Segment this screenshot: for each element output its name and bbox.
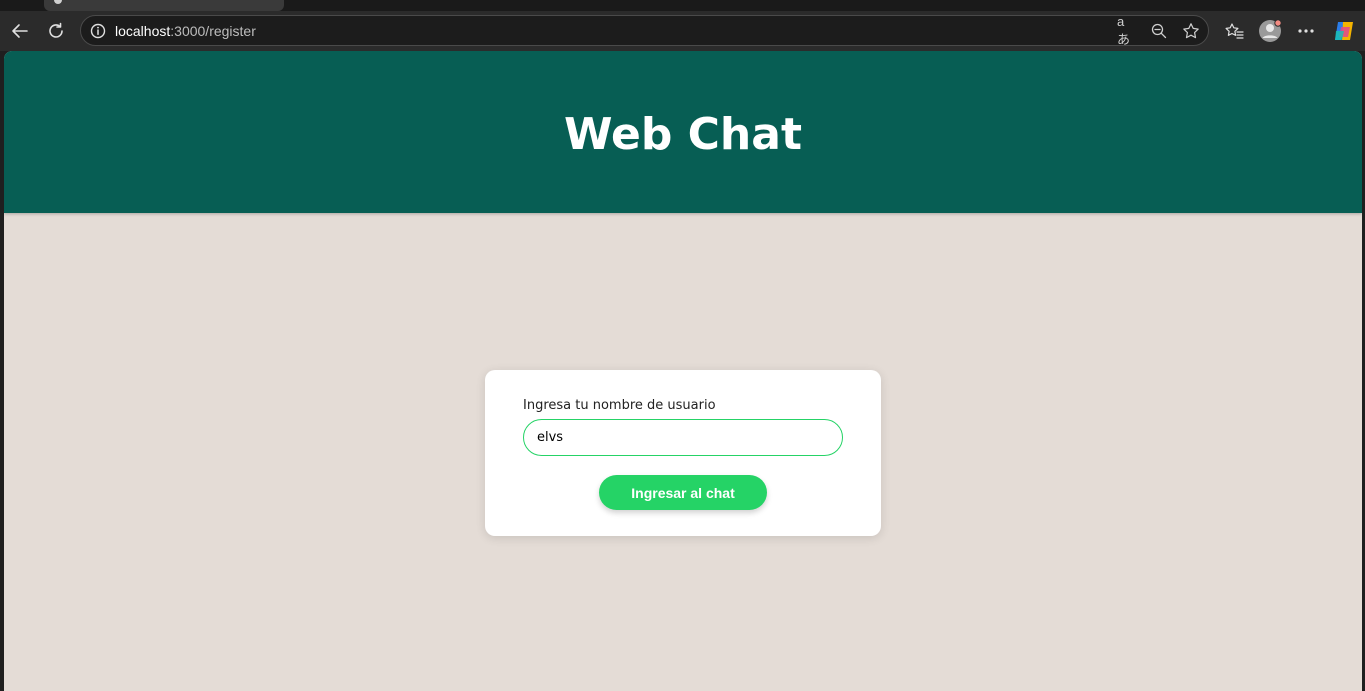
address-bar[interactable]: localhost:3000/register aあ xyxy=(80,14,1209,47)
favorites-icon[interactable] xyxy=(1220,17,1248,45)
favorite-star-icon[interactable] xyxy=(1181,21,1201,41)
username-input[interactable] xyxy=(523,419,843,456)
tab-strip xyxy=(0,0,1365,11)
read-aloud-icon[interactable]: aあ xyxy=(1117,14,1137,47)
page-viewport: Web Chat Ingresa tu nombre de usuario In… xyxy=(4,51,1362,691)
read-aloud-glyph: aあ xyxy=(1117,14,1131,47)
info-icon[interactable] xyxy=(89,22,107,40)
reload-icon[interactable] xyxy=(42,17,70,45)
url-path: :3000/register xyxy=(170,23,256,39)
back-icon[interactable] xyxy=(6,17,34,45)
zoom-out-icon[interactable] xyxy=(1149,21,1169,41)
profile-avatar-icon[interactable] xyxy=(1256,17,1284,45)
browser-window: localhost:3000/register aあ Web Chat Ingr… xyxy=(0,0,1365,691)
url-text[interactable]: localhost:3000/register xyxy=(115,23,256,39)
register-card: Ingresa tu nombre de usuario Ingresar al… xyxy=(485,370,881,536)
page-header: Web Chat xyxy=(4,51,1362,213)
username-label: Ingresa tu nombre de usuario xyxy=(523,398,716,413)
active-tab[interactable] xyxy=(44,0,284,11)
copilot-icon[interactable] xyxy=(1330,17,1358,45)
browser-toolbar: localhost:3000/register aあ xyxy=(0,11,1365,51)
more-menu-icon[interactable] xyxy=(1292,17,1320,45)
page-title: Web Chat xyxy=(564,108,802,160)
url-host: localhost xyxy=(115,23,171,39)
enter-chat-button[interactable]: Ingresar al chat xyxy=(599,475,767,510)
